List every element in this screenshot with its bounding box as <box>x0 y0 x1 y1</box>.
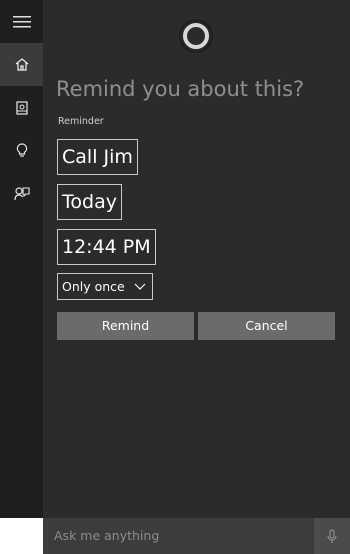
nav-lightbulb-button[interactable] <box>0 129 43 172</box>
notebook-icon <box>15 100 28 115</box>
hamburger-menu-button[interactable] <box>0 0 43 43</box>
page-title: Remind you about this? <box>56 77 305 101</box>
chevron-down-icon <box>134 283 146 290</box>
search-input[interactable]: Ask me anything <box>43 518 314 554</box>
cortana-logo-icon <box>179 19 213 53</box>
repeat-dropdown-value: Only once <box>62 279 125 294</box>
hamburger-menu-icon <box>12 15 31 27</box>
nav-home-button[interactable] <box>0 43 43 86</box>
cancel-button[interactable]: Cancel <box>198 312 335 340</box>
cortana-window: Remind you about this? Reminder Call Jim… <box>0 0 350 554</box>
repeat-dropdown[interactable]: Only once <box>57 273 153 300</box>
nav-rail <box>0 0 43 518</box>
nav-feedback-button[interactable] <box>0 172 43 215</box>
reminder-panel: Remind you about this? Reminder Call Jim… <box>43 0 350 518</box>
microphone-icon <box>327 529 337 543</box>
reminder-date-field[interactable]: Today <box>57 184 122 220</box>
microphone-button[interactable] <box>314 518 350 554</box>
remind-button[interactable]: Remind <box>57 312 194 340</box>
reminder-time-field[interactable]: 12:44 PM <box>57 229 156 265</box>
home-icon <box>15 58 28 71</box>
lightbulb-icon <box>16 143 27 157</box>
feedback-icon <box>13 187 30 201</box>
reminder-title-field[interactable]: Call Jim <box>57 139 138 175</box>
nav-notebook-button[interactable] <box>0 86 43 129</box>
reminder-label: Reminder <box>58 116 104 127</box>
